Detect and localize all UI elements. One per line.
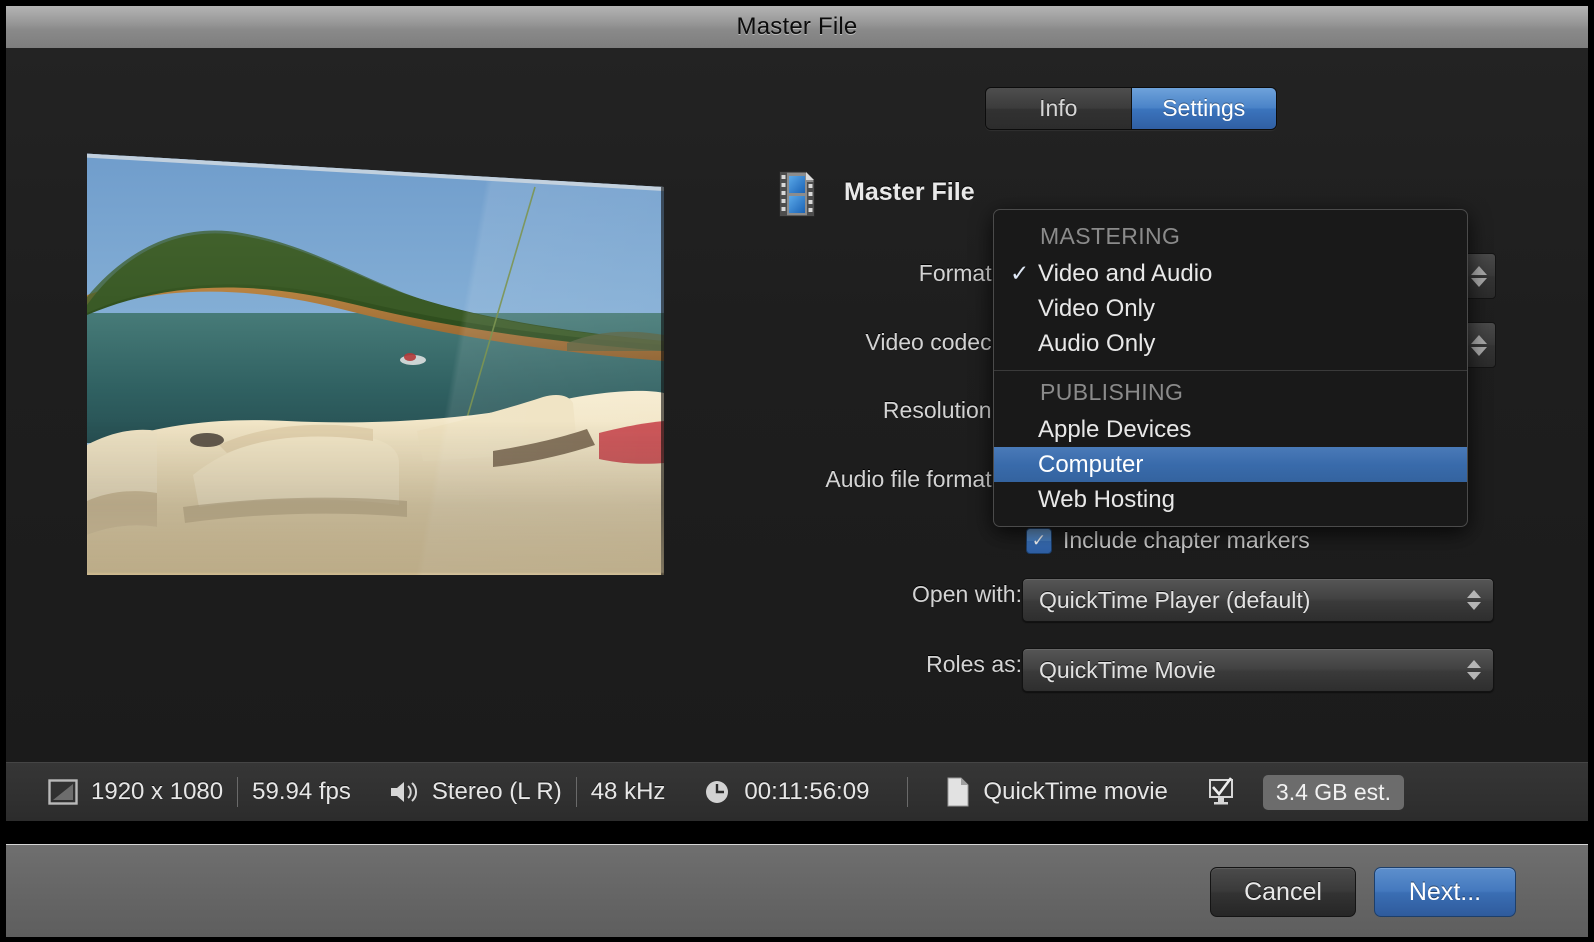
- status-resolution: 1920 x 1080: [48, 778, 223, 806]
- film-document-icon: [779, 171, 815, 217]
- open-with-arrows-icon: [1467, 579, 1481, 621]
- menu-item-video-only[interactable]: Video Only: [994, 291, 1467, 326]
- menu-item-label: Video Only: [1038, 294, 1155, 322]
- menu-item-label: Apple Devices: [1038, 415, 1192, 443]
- menu-item-computer[interactable]: Computer: [994, 447, 1467, 482]
- status-divider: [237, 777, 239, 807]
- roles-as-arrows-icon: [1467, 649, 1481, 691]
- status-audio-channels-value: Stereo (L R): [431, 778, 562, 805]
- status-file-type: QuickTime movie: [946, 777, 1168, 807]
- window-title: Master File: [736, 13, 858, 40]
- menu-group-header-publishing: PUBLISHING: [1040, 379, 1184, 405]
- status-framerate: 59.94 fps: [252, 778, 351, 805]
- tab-group: Info Settings: [985, 87, 1277, 130]
- format-dropdown-menu[interactable]: MASTERING ✓ Video and Audio Video Only A…: [993, 209, 1468, 527]
- display-check-icon: [1206, 777, 1236, 807]
- status-file-type-value: QuickTime movie: [983, 778, 1168, 805]
- label-resolution: Resolution:: [882, 397, 998, 423]
- menu-item-label: Video and Audio: [1038, 259, 1213, 287]
- status-duration: 00:11:56:09: [703, 778, 869, 806]
- menu-item-audio-only[interactable]: Audio Only: [994, 326, 1467, 361]
- status-resolution-value: 1920 x 1080: [91, 778, 224, 805]
- next-button[interactable]: Next...: [1374, 867, 1516, 917]
- cancel-button[interactable]: Cancel: [1210, 867, 1356, 917]
- stepper-down-icon: [1471, 277, 1487, 287]
- label-audio-format: Audio file format:: [825, 466, 998, 492]
- stepper-up-icon: [1471, 265, 1487, 275]
- dialog-footer: Cancel Next...: [6, 844, 1588, 937]
- tab-info[interactable]: Info: [986, 88, 1132, 129]
- menu-item-label: Web Hosting: [1038, 485, 1175, 513]
- menu-item-apple-devices[interactable]: Apple Devices: [994, 412, 1467, 447]
- stepper-up-icon: [1471, 334, 1487, 344]
- window-titlebar: Master File: [6, 6, 1588, 49]
- status-divider: [907, 777, 909, 807]
- menu-item-video-and-audio[interactable]: ✓ Video and Audio: [994, 256, 1467, 291]
- form-title: Master File: [844, 178, 975, 206]
- menu-separator: [994, 370, 1467, 371]
- open-with-select[interactable]: QuickTime Player (default): [1022, 578, 1494, 622]
- menu-item-web-hosting[interactable]: Web Hosting: [994, 482, 1467, 517]
- roles-as-value: QuickTime Movie: [1039, 656, 1216, 683]
- status-duration-value: 00:11:56:09: [744, 778, 870, 805]
- document-icon: [946, 777, 970, 807]
- menu-group-header-mastering: MASTERING: [1040, 223, 1181, 249]
- frame-size-icon: [48, 779, 78, 805]
- status-audio-channels: Stereo (L R): [389, 778, 562, 806]
- label-open-with: Open with:: [912, 581, 1022, 607]
- status-divider: [575, 777, 577, 807]
- status-sample-rate: 48 kHz: [590, 778, 666, 805]
- check-icon: ✓: [1010, 260, 1030, 286]
- label-roles-as: Roles as:: [926, 651, 1022, 677]
- menu-item-label: Computer: [1038, 450, 1144, 478]
- video-preview: [87, 145, 664, 725]
- status-file-size-badge: 3.4 GB est.: [1262, 774, 1404, 810]
- stepper-down-icon: [1471, 346, 1487, 356]
- preview-reflection: [87, 421, 664, 573]
- label-video-codec: Video codec:: [865, 329, 998, 355]
- menu-item-label: Audio Only: [1038, 329, 1156, 357]
- master-file-dialog: Master File Info Settings Master File Fo…: [0, 0, 1594, 942]
- roles-as-select[interactable]: QuickTime Movie: [1022, 648, 1494, 692]
- include-chapter-markers-row[interactable]: ✓ Include chapter markers: [1026, 527, 1310, 554]
- clock-icon: [703, 778, 731, 806]
- speaker-icon: [389, 779, 419, 805]
- open-with-value: QuickTime Player (default): [1039, 586, 1311, 613]
- status-bar: 1920 x 1080 59.94 fps Stereo (L R) 48 kH…: [6, 762, 1588, 821]
- include-chapter-markers-label: Include chapter markers: [1063, 527, 1310, 553]
- label-format: Format:: [918, 260, 998, 286]
- include-chapter-markers-checkbox[interactable]: ✓: [1026, 527, 1052, 554]
- tab-settings[interactable]: Settings: [1131, 88, 1276, 129]
